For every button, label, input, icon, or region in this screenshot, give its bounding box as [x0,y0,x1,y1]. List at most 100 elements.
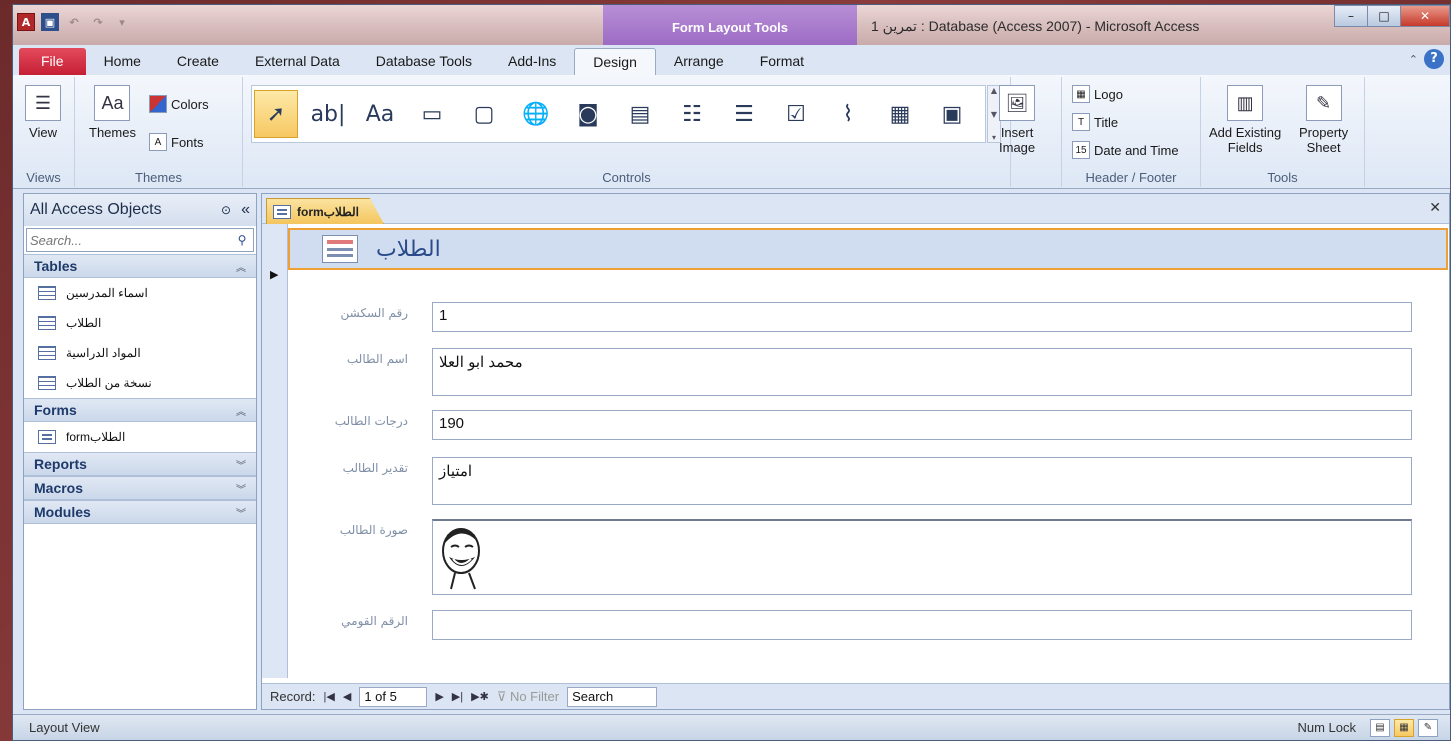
window-controls: – □ ✕ [1334,5,1450,27]
tab-database-tools[interactable]: Database Tools [358,48,490,75]
close-document-icon[interactable]: ✕ [1429,200,1441,216]
close-button[interactable]: ✕ [1400,5,1450,27]
select-pointer-icon[interactable]: ➚ [254,90,298,138]
design-view-icon[interactable]: ✎ [1418,718,1438,737]
shutter-bar-icon[interactable]: « [241,201,250,219]
image-control-icon[interactable]: ▣ [930,90,974,138]
redo-icon[interactable]: ↷ [89,13,107,31]
form-layout-tools-group: Form Layout Tools [603,5,857,45]
property-sheet-label-1: Property [1299,125,1349,140]
nav-pane-header[interactable]: All Access Objects ⊙ « [24,194,256,226]
subform-icon[interactable]: ▦ [878,90,922,138]
nav-search-input[interactable] [27,229,231,251]
form-header[interactable]: الطلاب [288,228,1448,270]
property-sheet-button[interactable]: ✎ Property Sheet [1299,85,1348,155]
fonts-button[interactable]: A Fonts [149,133,204,151]
record-selector[interactable]: ▶ [262,224,288,678]
next-record-icon[interactable]: ▶ [435,690,443,703]
minimize-ribbon-icon[interactable]: ⌃ [1409,53,1418,66]
category-modules[interactable]: Modules ︾ [24,500,256,524]
tab-file[interactable]: File [19,48,86,75]
tab-arrange[interactable]: Arrange [656,48,742,75]
combo-box-icon[interactable]: ☰ [722,90,766,138]
button-icon[interactable]: ▭ [410,90,454,138]
form-document: formالطلاب ✕ ▶ الطلاب رقم السكشن 1 اسم ا… [261,193,1450,710]
nav-pane-title: All Access Objects [30,201,162,218]
add-existing-fields-button[interactable]: ▥ Add Existing Fields [1209,85,1281,155]
category-reports[interactable]: Reports ︾ [24,452,256,476]
themes-group: Aa Themes Colors A Fonts Themes [75,77,243,187]
form-title[interactable]: الطلاب [376,237,441,262]
colors-button[interactable]: Colors [149,95,209,113]
layout-view-icon[interactable]: ▦ [1394,718,1414,737]
search-icon[interactable]: ⚲ [231,233,253,247]
previous-record-icon[interactable]: ◀ [343,690,351,703]
date-time-icon: 15 [1072,141,1090,159]
tab-create[interactable]: Create [159,48,237,75]
header-footer-group-label: Header / Footer [1085,170,1177,185]
nav-item-table[interactable]: الطلاب [24,308,256,338]
web-browser-icon[interactable]: ◙ [566,90,610,138]
form-view-icon[interactable]: ▤ [1370,718,1390,737]
student-rating-value: امتياز [439,463,473,480]
view-button[interactable]: ☰ View [25,85,61,140]
nav-menu-icon[interactable]: ⊙ [221,203,231,217]
field-row: اسم الطالب محمد ابو العلا [288,348,1448,398]
tab-external-data[interactable]: External Data [237,48,358,75]
view-status: Layout View [29,720,100,735]
maximize-button[interactable]: □ [1367,5,1401,27]
national-id-field[interactable] [432,610,1412,640]
hyperlink-icon[interactable]: 🌐 [514,90,558,138]
textbox-icon[interactable]: ab| [306,90,350,138]
category-macros[interactable]: Macros ︾ [24,476,256,500]
document-tab[interactable]: formالطلاب [266,198,384,224]
undo-icon[interactable]: ↶ [65,13,83,31]
list-box-icon[interactable]: ☷ [670,90,714,138]
help-icon[interactable]: ? [1424,49,1444,69]
nav-item-table[interactable]: نسخة من الطلاب [24,368,256,398]
date-time-button[interactable]: 15 Date and Time [1072,141,1179,159]
tab-add-ins[interactable]: Add-Ins [490,48,574,75]
no-filter-indicator[interactable]: ⊽ No Filter [497,689,559,705]
colors-icon [149,95,167,113]
tab-control-icon[interactable]: ▢ [462,90,506,138]
current-record-input[interactable]: 1 of 5 [359,686,428,707]
nav-item-table[interactable]: اسماء المدرسين [24,278,256,308]
category-modules-label: Modules [34,504,91,520]
field-row: تقدير الطالب امتياز [288,457,1448,507]
add-fields-label-1: Add Existing [1209,125,1282,140]
section-number-field[interactable]: 1 [432,302,1412,332]
title-button[interactable]: T Title [1072,113,1118,131]
record-navigation-bar: Record: |◀ ◀ 1 of 5 ▶ ▶| ▶✱ ⊽ No Filter … [262,683,1449,709]
navigation-control-icon[interactable]: ▤ [618,90,662,138]
student-rating-field[interactable]: امتياز [432,457,1412,505]
tab-home[interactable]: Home [86,48,159,75]
logo-icon: ▦ [1072,85,1090,103]
nav-item-label: formالطلاب [66,430,126,444]
nav-item-table[interactable]: المواد الدراسية [24,338,256,368]
access-logo-icon[interactable]: A [17,13,35,31]
record-search-input[interactable]: Search [567,686,658,707]
category-tables[interactable]: Tables ︽ [24,254,256,278]
tab-format[interactable]: Format [742,48,822,75]
student-name-field[interactable]: محمد ابو العلا [432,348,1412,396]
label-icon[interactable]: Aa [358,90,402,138]
minimize-button[interactable]: – [1334,5,1368,27]
check-box-icon[interactable]: ☑ [774,90,818,138]
nav-item-form[interactable]: formالطلاب [24,422,256,452]
logo-button[interactable]: ▦ Logo [1072,85,1123,103]
student-grades-field[interactable]: 190 [432,410,1412,440]
new-record-icon[interactable]: ▶✱ [471,690,489,703]
category-forms[interactable]: Forms ︽ [24,398,256,422]
customize-qat-icon[interactable]: ▾ [113,13,131,31]
last-record-icon[interactable]: ▶| [452,690,463,703]
themes-button[interactable]: Aa Themes [89,85,136,140]
save-icon[interactable]: ▣ [41,13,59,31]
attachment-icon[interactable]: ⌇ [826,90,870,138]
fonts-label: Fonts [171,134,204,150]
tab-design[interactable]: Design [574,48,656,75]
student-photo-field[interactable] [432,519,1412,595]
insert-image-button[interactable]: 🖼 Insert Image [999,85,1035,155]
first-record-icon[interactable]: |◀ [324,690,335,703]
form-header-icon [322,235,358,263]
